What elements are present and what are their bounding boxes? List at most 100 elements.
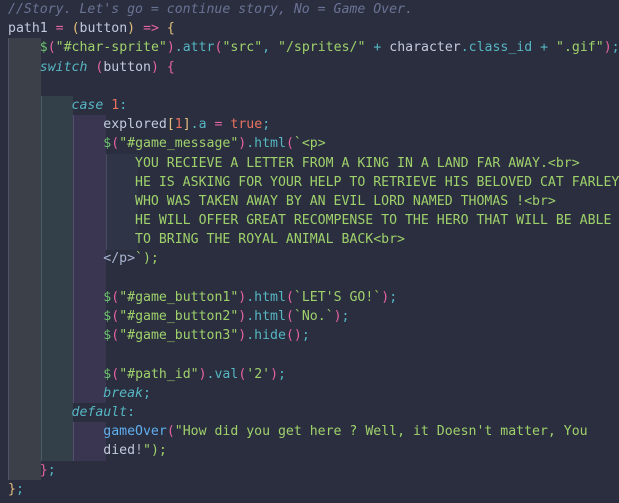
token: died (103, 443, 136, 459)
token: ) (270, 366, 279, 382)
token: ( (111, 309, 120, 324)
token: ( (111, 328, 120, 344)
code-line[interactable]: }; (0, 461, 619, 480)
code-line[interactable]: WHO WAS TAKEN AWAY BY AN EVIL LORD NAMED… (0, 192, 619, 211)
token: "); (143, 443, 167, 459)
token: "#game_button2" (119, 309, 239, 324)
token: } (8, 481, 16, 497)
code-line[interactable]: $("#game_message").html(`<p> (0, 134, 619, 153)
token: button (103, 59, 151, 75)
token: ( (285, 309, 294, 324)
token: .html (246, 289, 286, 305)
code-line[interactable] (0, 269, 619, 288)
token: `No.` (293, 309, 334, 324)
token: TO BRING THE ROYAL ANIMAL BACK<br> (135, 232, 405, 248)
code-content[interactable]: //Story. Let's go = continue story, No =… (0, 0, 619, 503)
token: ( (166, 424, 175, 440)
code-line[interactable]: HE IS ASKING FOR YOUR HELP TO RETRIEVE H… (0, 173, 619, 192)
token: .attr (174, 40, 215, 56)
code-line[interactable]: died!"); (0, 441, 619, 460)
token: ) (381, 289, 390, 305)
token: ( (71, 21, 80, 37)
code-line[interactable]: $("#game_button3").hide(); (0, 326, 619, 345)
token: => (143, 21, 159, 37)
token: .hide (246, 328, 286, 344)
token: } (39, 462, 48, 478)
token: .a (190, 117, 207, 133)
token: ; (47, 462, 56, 478)
token: //Story. Let's go = continue story, No =… (8, 2, 413, 17)
code-line[interactable]: switch (button) { (0, 58, 619, 77)
token: `LET'S GO!` (293, 289, 382, 305)
token: YOU RECIEVE A LETTER FROM A KING IN A LA… (135, 155, 580, 171)
code-line[interactable]: gameOver("How did you get here ? Well, i… (0, 422, 619, 441)
token: break (103, 385, 143, 401)
token: ( (111, 289, 120, 305)
code-line[interactable]: HE WILL OFFER GREAT RECOMPENSE TO THE HE… (0, 211, 619, 230)
code-line[interactable]: case 1: (0, 96, 619, 115)
code-line[interactable] (0, 77, 619, 96)
token: button (79, 21, 128, 37)
token: `); (135, 251, 159, 267)
token: .class_id (460, 40, 533, 56)
token: "How did you get here ? Well, it Doesn't… (174, 424, 588, 440)
code-line[interactable]: default: (0, 403, 619, 422)
code-line[interactable]: $("#path_id").val('2'); (0, 365, 619, 384)
token: ; (341, 309, 350, 324)
token: case (71, 97, 104, 113)
code-line[interactable]: YOU RECIEVE A LETTER FROM A KING IN A LA… (0, 154, 619, 173)
token: ; (301, 328, 310, 344)
code-line[interactable]: break; (0, 384, 619, 403)
code-line[interactable]: path1 = (button) => { (0, 19, 619, 38)
token: switch (39, 59, 88, 75)
token: character (389, 40, 461, 56)
token: true (230, 117, 263, 133)
token: .html (246, 309, 286, 324)
token: .html (246, 136, 286, 152)
token: ) (293, 328, 302, 344)
code-line[interactable]: $("#game_button1").html(`LET'S GO!`); (0, 288, 619, 307)
token: ) (198, 366, 207, 382)
token: ( (285, 289, 294, 305)
token: ) (150, 59, 159, 75)
token: "#game_button1" (119, 289, 239, 305)
code-line[interactable]: $("#char-sprite").attr("src", "/sprites/… (0, 38, 619, 57)
token: { (166, 21, 175, 37)
token: ] (182, 117, 191, 133)
code-line[interactable]: TO BRING THE ROYAL ANIMAL BACK<br> (0, 230, 619, 249)
token: $ (39, 40, 48, 56)
code-editor[interactable]: //Story. Let's go = continue story, No =… (0, 0, 619, 503)
code-line[interactable]: </p>`); (0, 249, 619, 268)
token: { (166, 59, 175, 75)
token: "#path_id" (119, 366, 199, 382)
token: = (55, 21, 64, 37)
code-line[interactable]: explored[1].a = true; (0, 115, 619, 134)
token: explored (103, 117, 167, 133)
token: ; (278, 366, 286, 382)
code-line[interactable]: $("#game_button2").html(`No.`); (0, 307, 619, 326)
code-line[interactable] (0, 345, 619, 364)
token: ! (135, 443, 143, 459)
code-line[interactable]: //Story. Let's go = continue story, No =… (0, 0, 619, 19)
code-line[interactable]: }; (0, 480, 619, 499)
token: ) (603, 40, 612, 56)
token: "src" (222, 40, 263, 56)
token: "#game_message" (119, 136, 239, 152)
